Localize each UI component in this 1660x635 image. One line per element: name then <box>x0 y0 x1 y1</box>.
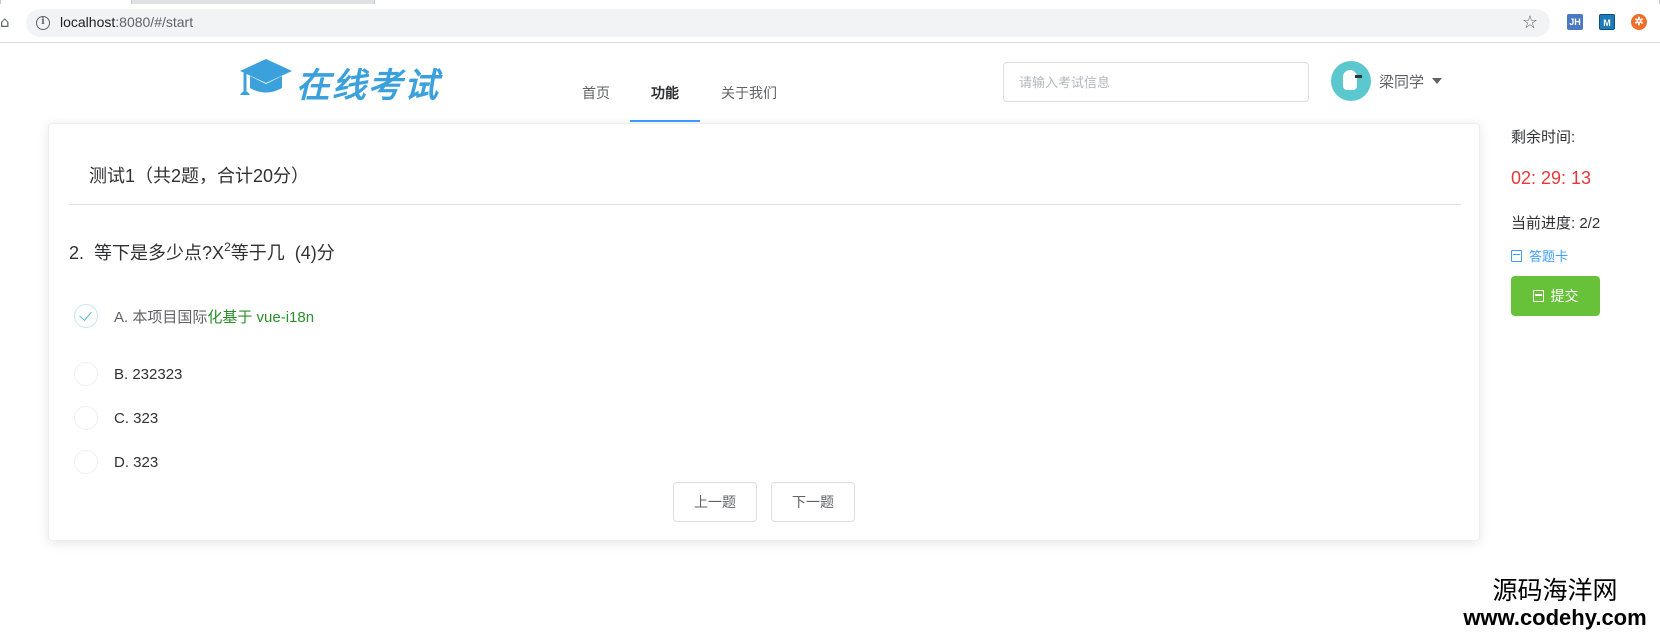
watermark-url: www.codehy.com <box>1463 604 1647 630</box>
avatar[interactable] <box>1331 61 1371 101</box>
next-question-button[interactable]: 下一题 <box>771 482 855 522</box>
radio-checked-icon[interactable] <box>74 304 98 328</box>
radio-icon[interactable] <box>74 450 98 474</box>
option-label: A. 本项目国际化基于 vue-i18n <box>114 308 315 326</box>
url-text[interactable]: localhost:8080/#/start <box>60 14 193 30</box>
watermark-title: 源码海洋网 <box>1492 577 1618 605</box>
browser-toolbar: ⌂ i localhost:8080/#/start ☆ JH M ✲ <box>0 0 1660 43</box>
browser-tab[interactable] <box>374 0 1660 4</box>
exam-title: 测试1（共2题，合计20分） <box>89 166 310 186</box>
home-icon[interactable]: ⌂ <box>0 14 12 30</box>
radio-icon[interactable] <box>74 362 98 386</box>
option-label: C. 323 <box>114 409 159 427</box>
exam-card: 测试1（共2题，合计20分） 2. 等下是多少点?X2等于几 (4)分 A. 本… <box>48 123 1480 541</box>
remaining-time-label: 剩余时间: <box>1511 129 1576 146</box>
caret-down-icon <box>1432 78 1443 84</box>
extension-orange-icon[interactable]: ✲ <box>1631 14 1647 30</box>
logo-text: 在线考试 <box>296 66 440 106</box>
answer-card-link[interactable]: 答题卡 <box>1511 246 1568 265</box>
document-icon <box>1532 290 1544 302</box>
prev-question-button[interactable]: 上一题 <box>673 482 757 522</box>
option-label: B. 232323 <box>114 365 183 383</box>
divider <box>69 204 1461 205</box>
user-name: 梁同学 <box>1379 73 1425 91</box>
option-d[interactable]: D. 323 <box>74 450 158 474</box>
progress-label: 当前进度: 2/2 <box>1511 215 1601 232</box>
search-input[interactable] <box>1003 62 1309 102</box>
graduation-cap-icon <box>240 59 292 95</box>
browser-tab[interactable] <box>0 0 132 4</box>
site-logo[interactable]: 在线考试 <box>236 55 446 106</box>
nav-item-about[interactable]: 关于我们 <box>712 66 786 122</box>
address-bar[interactable]: i localhost:8080/#/start ☆ <box>26 9 1550 37</box>
user-menu[interactable]: 梁同学 <box>1331 61 1443 101</box>
option-b[interactable]: B. 232323 <box>74 362 182 386</box>
option-c[interactable]: C. 323 <box>74 406 158 430</box>
submit-button[interactable]: 提交 <box>1511 276 1600 316</box>
countdown-timer: 02: 29: 13 <box>1511 168 1592 188</box>
nav-item-home[interactable]: 首页 <box>570 66 622 122</box>
nav-item-features[interactable]: 功能 <box>630 66 700 122</box>
extension-m-icon[interactable]: M <box>1599 14 1615 30</box>
option-a[interactable]: A. 本项目国际化基于 vue-i18n <box>74 304 314 328</box>
document-icon <box>1511 249 1522 262</box>
bookmark-star-icon[interactable]: ☆ <box>1522 12 1538 33</box>
option-label: D. 323 <box>114 453 159 471</box>
radio-icon[interactable] <box>74 406 98 430</box>
info-icon[interactable]: i <box>36 16 50 30</box>
watermark: 源码海洋网 www.codehy.com <box>1450 577 1660 630</box>
question-text: 2. 等下是多少点?X2等于几 (4)分 <box>69 240 335 263</box>
extension-jh-icon[interactable]: JH <box>1567 14 1583 30</box>
